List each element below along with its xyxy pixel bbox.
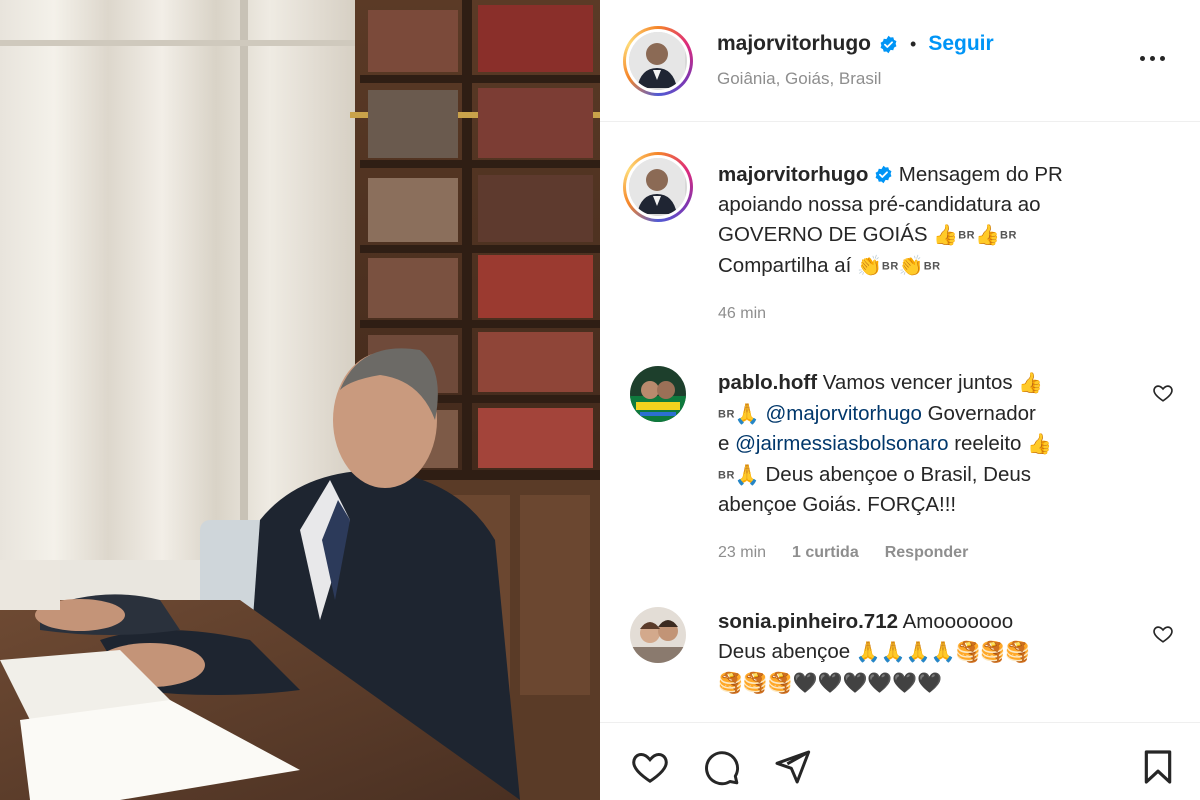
comment-like-heart-icon[interactable] xyxy=(1152,382,1174,404)
caption-text-line3: GOVERNO DE GOIÁS xyxy=(718,223,928,246)
comment-text-part: Governador xyxy=(927,401,1036,425)
caption-text-line2: apoiando nossa pré-candidatura ao xyxy=(718,193,1041,216)
black-heart-emoji-icon: 🖤🖤🖤🖤🖤🖤 xyxy=(792,672,943,695)
clap-emoji-icon: 👏 xyxy=(898,255,924,278)
flag-br-label: BR xyxy=(958,229,976,242)
thumbs-up-emoji-icon: 👍 xyxy=(1018,372,1044,395)
comment-text: pablo.hoff Vamos vencer juntos 👍 BR🙏 @ma… xyxy=(718,368,1148,520)
pancake-emoji-icon: 🥞🥞🥞 xyxy=(718,672,793,695)
flag-br-label: BR xyxy=(1000,229,1017,242)
post-caption: majorvitorhugo Mensagem do PR apoiando n… xyxy=(718,160,1158,281)
comment-username[interactable]: sonia.pinheiro.712 xyxy=(718,610,898,633)
mention-link[interactable]: @majorvitorhugo xyxy=(766,402,922,425)
flag-br-label: BR xyxy=(718,408,735,421)
flag-br-label: BR xyxy=(923,260,941,273)
post-panel: majorvitorhugo • Seguir Goiânia, Goiás, … xyxy=(600,0,1200,800)
commenter-avatar[interactable] xyxy=(630,607,686,663)
pray-emoji-icon: 🙏 xyxy=(734,403,760,426)
clap-emoji-icon: 👏 xyxy=(857,255,882,278)
author-username[interactable]: majorvitorhugo xyxy=(717,32,871,56)
follow-button[interactable]: Seguir xyxy=(928,32,993,56)
comment-text-part: reeleito xyxy=(954,432,1022,456)
thumbs-up-emoji-icon: 👍 xyxy=(933,224,959,247)
thumbs-up-emoji-icon: 👍 xyxy=(975,224,1001,247)
comment-icon[interactable] xyxy=(701,747,741,787)
reply-button[interactable]: Responder xyxy=(885,544,969,562)
caption-timestamp[interactable]: 46 min xyxy=(718,305,766,323)
author-avatar[interactable] xyxy=(623,26,693,96)
verified-badge-icon xyxy=(875,165,892,184)
send-icon[interactable] xyxy=(772,747,812,787)
separator-dot: • xyxy=(910,33,917,54)
pray-emoji-icon: 🙏 xyxy=(734,464,760,487)
post-location[interactable]: Goiânia, Goiás, Brasil xyxy=(717,69,881,89)
comment-text-part: abençoe Goiás. FORÇA!!! xyxy=(718,493,957,517)
post-media[interactable] xyxy=(0,0,600,800)
header-user-row: majorvitorhugo • Seguir xyxy=(717,32,994,56)
pancake-emoji-icon: 🥞🥞🥞 xyxy=(955,641,1031,664)
mention-link[interactable]: @jairmessiasbolsonaro xyxy=(735,432,948,455)
commenter-avatar[interactable] xyxy=(630,366,686,422)
post-action-bar xyxy=(600,722,1200,800)
post-header: majorvitorhugo • Seguir Goiânia, Goiás, … xyxy=(600,0,1200,122)
caption-text-line4: Compartilha aí xyxy=(718,253,852,277)
bookmark-icon[interactable] xyxy=(1138,747,1178,787)
comment-likes-count[interactable]: 1 curtida xyxy=(792,544,859,562)
comment-username[interactable]: pablo.hoff xyxy=(718,371,817,394)
pray-emoji-icon: 🙏🙏🙏🙏 xyxy=(855,641,956,664)
comment-text-part: Vamos vencer juntos xyxy=(822,371,1013,394)
flag-br-label: BR xyxy=(881,260,899,273)
comment-text-part: Deus abençoe o Brasil, Deus xyxy=(765,462,1032,486)
comment-like-heart-icon[interactable] xyxy=(1152,623,1174,645)
caption-avatar[interactable] xyxy=(623,152,693,222)
more-options-icon[interactable] xyxy=(1134,50,1170,66)
comment-timestamp[interactable]: 23 min xyxy=(718,544,766,562)
flag-br-label: BR xyxy=(718,469,735,482)
verified-badge-icon xyxy=(880,35,897,53)
comment-text-part: Amooooooo xyxy=(902,610,1014,633)
post-photo xyxy=(0,0,600,800)
heart-icon[interactable] xyxy=(630,747,670,787)
comment-text: sonia.pinheiro.712 Amooooooo Deus abenço… xyxy=(718,607,1148,698)
caption-text-line1: Mensagem do PR xyxy=(898,163,1063,186)
caption-username[interactable]: majorvitorhugo xyxy=(718,163,868,186)
comment-meta: 23 min 1 curtida Responder xyxy=(718,544,968,562)
comment-text-part: e xyxy=(718,432,730,456)
comment-text-part: Deus abençoe xyxy=(718,640,851,663)
thumbs-up-emoji-icon: 👍 xyxy=(1027,433,1053,456)
